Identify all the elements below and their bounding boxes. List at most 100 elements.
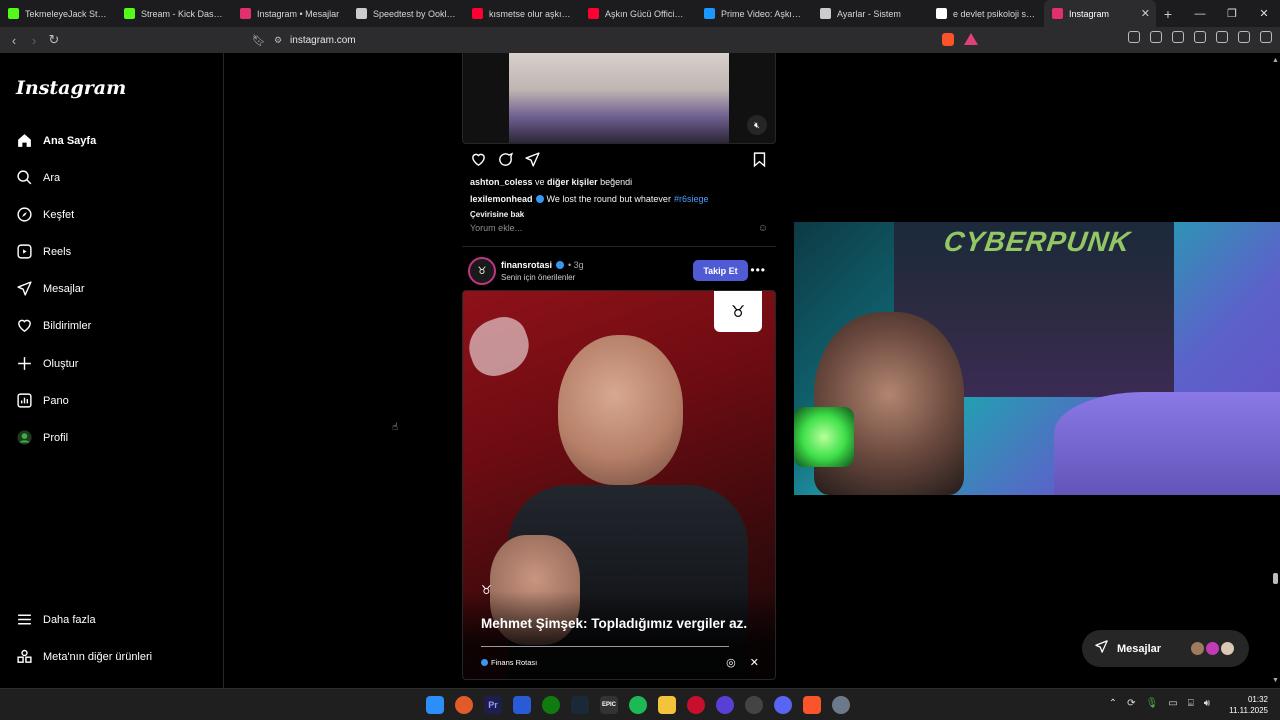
sidebar-item-explore[interactable]: Keşfet [16, 206, 74, 223]
mute-icon[interactable]: 🔇︎ [747, 115, 767, 135]
site-info-icon[interactable]: ⚙ [274, 35, 282, 46]
hashtag-link[interactable]: #r6siege [674, 194, 709, 204]
brave-rewards-icon[interactable] [964, 33, 978, 45]
browser-tab[interactable]: Aşkın Gücü Official - Yo [580, 0, 696, 27]
post-media[interactable]: 🔇︎ [462, 53, 776, 144]
spotify-icon[interactable] [629, 696, 647, 714]
reload-icon[interactable]: ↻ [44, 32, 64, 48]
brand-logo-icon: ♉︎ [714, 291, 762, 332]
comment-placeholder: Yorum ekle... [470, 223, 523, 233]
brand-mark-icon: ♉︎ [481, 583, 492, 597]
wallet-icon[interactable] [1194, 31, 1206, 43]
sidebar-item-reels[interactable]: Reels [16, 243, 71, 260]
premiere-icon[interactable]: Pr [484, 696, 502, 714]
messages-pill[interactable]: Mesajlar [1082, 630, 1249, 667]
close-tab-icon[interactable]: ✕ [1141, 7, 1150, 20]
sidebar-item-label: Ara [43, 171, 61, 184]
post-media[interactable]: ♉︎ ♉︎ Mehmet Şimşek: Topladığımız vergil… [462, 290, 776, 680]
liker-username[interactable]: ashton_coless [470, 177, 533, 187]
tab-label: e devlet psikoloji serti [953, 8, 1036, 19]
new-tab-button[interactable]: + [1156, 6, 1180, 22]
post-username[interactable]: finansrotasi [501, 260, 552, 270]
sidebar-item-messages[interactable]: Mesajlar [16, 280, 85, 297]
comment-input[interactable]: Yorum ekle... ☺ [470, 223, 768, 234]
verified-icon [535, 195, 544, 203]
browser-tab[interactable]: kısmetse olur aşkın gü [464, 0, 580, 27]
sidebar-item-home[interactable]: Ana Sayfa [16, 132, 96, 149]
sidebar-item-meta[interactable]: Meta'nın diğer ürünleri [16, 648, 152, 665]
browser-tab[interactable]: Prime Video: Aşkın Güc [696, 0, 812, 27]
scroll-up-icon[interactable]: ▲ [1272, 57, 1279, 64]
display-icon[interactable]: ▭ [1168, 698, 1177, 709]
instagram-logo[interactable]: Instagram [16, 77, 126, 99]
messages-label: Mesajlar [1117, 642, 1162, 655]
chevron-up-icon[interactable]: ⌃ [1109, 698, 1117, 709]
app-icon[interactable] [745, 696, 763, 714]
sidebar-item-label: Daha fazla [43, 613, 96, 626]
clock[interactable]: 01:32 11.11.2025 [1229, 694, 1268, 716]
like-icon[interactable] [470, 151, 487, 173]
emoji-icon[interactable]: ☺ [758, 223, 768, 234]
gear-icon[interactable] [832, 696, 850, 714]
media-icon[interactable] [1150, 31, 1162, 43]
app-icon[interactable] [513, 696, 531, 714]
sidebar-item-notifications[interactable]: Bildirimler [16, 317, 91, 334]
share-icon[interactable] [524, 151, 541, 173]
bookmark-icon[interactable]: 🔖︎ [252, 34, 266, 47]
vpn-icon[interactable] [1238, 31, 1250, 43]
sidebar-item-more[interactable]: Daha fazla [16, 611, 96, 628]
close-window-icon[interactable]: ✕ [1248, 7, 1280, 20]
comment-icon[interactable] [497, 151, 514, 173]
epic-icon[interactable]: EPIC [600, 696, 618, 714]
divider [481, 646, 729, 647]
browser-tab[interactable]: Speedtest by Ookla - T [348, 0, 464, 27]
sidebar-icon[interactable] [1172, 31, 1184, 43]
caption-username[interactable]: lexilemonhead [470, 194, 533, 204]
xbox-icon[interactable] [542, 696, 560, 714]
restore-icon[interactable]: ❐ [1216, 7, 1248, 20]
menu-icon[interactable] [1260, 31, 1272, 43]
browser-tab[interactable]: TekmeleyeJack Stream [0, 0, 116, 27]
app-icon[interactable] [455, 696, 473, 714]
volume-icon[interactable]: 🔊︎ [1204, 698, 1210, 709]
windows-start-icon[interactable] [426, 696, 444, 714]
app-icon[interactable] [687, 696, 705, 714]
avatar[interactable]: ♉︎ [468, 257, 496, 285]
steam-icon[interactable] [571, 696, 589, 714]
grid-icon [16, 648, 33, 665]
sync-icon[interactable]: ⟳ [1127, 698, 1135, 709]
browser-tab[interactable]: Instagram • Mesajlar [232, 0, 348, 27]
scroll-down-icon[interactable]: ▼ [1272, 677, 1279, 684]
brave-icon[interactable] [803, 696, 821, 714]
browser-tab[interactable]: Stream - Kick Dashboa [116, 0, 232, 27]
back-icon[interactable]: ‹ [4, 33, 24, 48]
sidebar-item-dashboard[interactable]: Pano [16, 392, 69, 409]
save-icon[interactable] [751, 151, 768, 173]
leo-icon[interactable] [1216, 31, 1228, 43]
network-icon[interactable]: ⌸ [1188, 698, 1194, 709]
discord-icon[interactable] [774, 696, 792, 714]
browser-tab[interactable]: e devlet psikoloji serti [928, 0, 1044, 27]
scrollbar-thumb[interactable] [1273, 573, 1278, 584]
tab-label: Instagram [1069, 8, 1110, 19]
browser-tab[interactable]: Ayarlar - Sistem [812, 0, 928, 27]
more-options-icon[interactable]: ••• [750, 263, 766, 277]
sidebar-item-label: Bildirimler [43, 319, 92, 332]
url-field[interactable]: 🔖︎ ⚙ instagram.com [246, 30, 990, 50]
follow-button[interactable]: Takip Et [693, 260, 748, 281]
sidebar-item-profile[interactable]: Profil [16, 429, 68, 446]
translate-link[interactable]: Çevirisine bak [470, 210, 524, 219]
likers-link[interactable]: diğer kişiler [547, 177, 598, 187]
compass-icon [16, 206, 33, 223]
browser-tab[interactable]: Instagram ✕ [1044, 0, 1156, 27]
minimize-icon[interactable]: — [1184, 8, 1216, 20]
sidebar-item-search[interactable]: Ara [16, 169, 60, 186]
mic-icon[interactable]: 🎙︎ [1146, 698, 1159, 709]
extensions-icon[interactable] [1128, 31, 1140, 43]
folder-icon[interactable] [658, 696, 676, 714]
app-icon[interactable] [716, 696, 734, 714]
sidebar-item-create[interactable]: Oluştur [16, 355, 78, 372]
forward-icon[interactable]: › [24, 33, 44, 48]
brave-shield-icon[interactable] [942, 33, 954, 46]
sidebar-item-label: Meta'nın diğer ürünleri [43, 650, 153, 663]
